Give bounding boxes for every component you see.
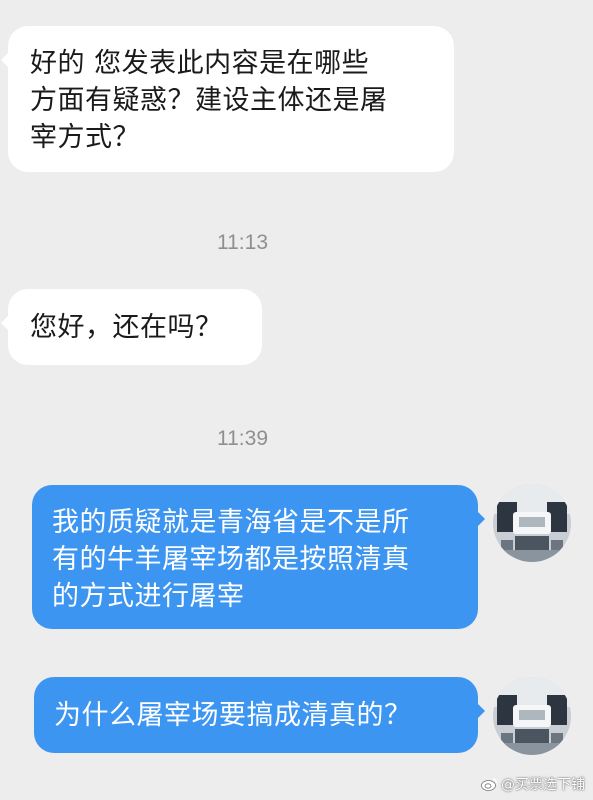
incoming-message-bubble[interactable]: 您好，还在吗？	[1, 289, 262, 365]
outgoing-message-bubble[interactable]: 我的质疑就是青海省是不是所 有的牛羊屠宰场都是按照清真 的方式进行屠宰	[32, 485, 485, 629]
outgoing-message-bubble[interactable]: 为什么屠宰场要搞成清真的？	[34, 677, 485, 753]
weibo-icon	[481, 778, 498, 791]
message-text-line: 您好，还在吗？	[30, 312, 223, 343]
message-text-line: 方面有疑惑？建设主体还是屠	[30, 85, 388, 116]
incoming-message-bubble[interactable]: 好的 您发表此内容是在哪些 方面有疑惑？建设主体还是屠 宰方式？	[1, 26, 454, 172]
user-avatar[interactable]	[493, 677, 571, 755]
message-text-line: 有的牛羊屠宰场都是按照清真	[52, 544, 410, 575]
weibo-watermark: @买票选下铺	[481, 774, 585, 794]
watermark-text: @买票选下铺	[501, 777, 585, 793]
avatar-image	[493, 484, 571, 562]
timestamp: 11:13	[217, 231, 268, 254]
timestamp: 11:39	[217, 427, 268, 450]
message-text-line: 为什么屠宰场要搞成清真的？	[54, 700, 412, 731]
message-text-line: 的方式进行屠宰	[52, 581, 245, 612]
message-text-line: 我的质疑就是青海省是不是所	[52, 507, 410, 538]
user-avatar[interactable]	[493, 484, 571, 562]
message-text-line: 好的 您发表此内容是在哪些	[30, 48, 370, 79]
avatar-image	[493, 677, 571, 755]
message-text-line: 宰方式？	[30, 122, 140, 153]
